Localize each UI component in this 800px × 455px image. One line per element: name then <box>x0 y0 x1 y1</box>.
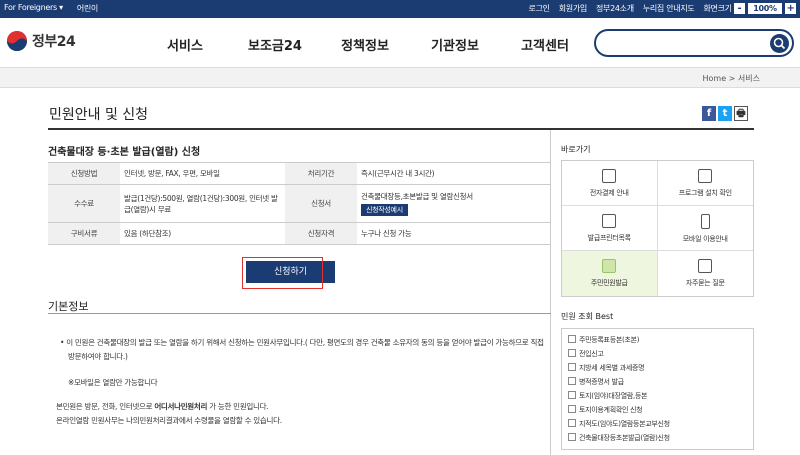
table-cell: 발급(1건당):500원, 열람(1건당):300원, 인터넷 발급(열람)시 … <box>120 184 285 223</box>
table-cell: 인터넷, 방문, FAX, 우편, 모바일 <box>120 162 285 185</box>
search-icon <box>773 37 786 50</box>
nav-customer[interactable]: 고객센터 <box>500 35 590 54</box>
intro-link[interactable]: 정부24소개 <box>596 3 634 14</box>
quick-links-grid: 전자결제 안내 프로그램 설치 확인 발급프린터목록 모바일 이용안내 주민민원… <box>561 160 754 297</box>
site-logo[interactable]: 정부24 <box>6 30 76 52</box>
table-header: 신청방법 <box>48 162 120 185</box>
main-content: 건축물대장 등·초본 발급(열람) 신청 신청방법 인터넷, 방문, FAX, … <box>48 130 551 455</box>
table-header: 수수료 <box>48 184 120 223</box>
logo-text: 정부24 <box>32 34 76 50</box>
print-icon[interactable]: 🖶 <box>734 106 748 121</box>
table-cell: 건축물대장등,초본발급 및 열람신청서 신청작성예시 <box>357 184 551 223</box>
site-header: 정부24 서비스 보조금24 정책정보 기관정보 고객센터 <box>0 18 800 68</box>
chat-icon <box>698 259 713 273</box>
quick-link-label: 모바일 이용안내 <box>682 235 728 243</box>
table-header: 신청서 <box>285 184 357 223</box>
line1-c: 가 능한 민원입니다. <box>207 402 269 411</box>
mobile-note: ※모바일은 열람만 가능합니다 <box>68 378 158 387</box>
breadcrumb-bar: Home > 서비스 <box>0 68 800 88</box>
search-button[interactable] <box>770 34 789 53</box>
basic-info-bullet-text: 이 민원은 건축물대장의 발급 또는 열람을 하기 위해서 신청하는 민원사무입… <box>66 338 544 361</box>
zoom-control: 화면크기 - 100% + <box>703 3 796 14</box>
monitor-icon <box>698 169 713 183</box>
list-item[interactable]: 전입신고 <box>568 347 747 361</box>
apply-button[interactable]: 신청하기 <box>246 261 335 283</box>
mobile-icon <box>700 214 710 229</box>
twitter-icon[interactable]: t <box>718 106 732 121</box>
quick-link-program[interactable]: 프로그램 설치 확인 <box>657 161 753 206</box>
join-link[interactable]: 회원가입 <box>559 3 588 14</box>
table-row: 수수료 발급(1건당):500원, 열람(1건당):300원, 인터넷 발급(열… <box>48 184 551 223</box>
table-cell: 즉시(근무시간 내 3시간) <box>357 162 551 185</box>
quick-link-label: 주민민원발급 <box>590 279 628 287</box>
quick-link-payment[interactable]: 전자결제 안내 <box>562 161 658 206</box>
best-list: 주민등록표등본(초본) 전입신고 지방세 세목별 과세증명 병적증명서 발급 토… <box>561 328 754 450</box>
quick-link-mobile[interactable]: 모바일 이용안내 <box>657 206 753 251</box>
share-buttons: f t 🖶 <box>702 106 748 121</box>
zoom-value: 100% <box>748 3 782 14</box>
table-cell: 누구나 신청 가능 <box>357 222 551 245</box>
document-icon <box>602 259 617 273</box>
quick-link-label: 발급프린터목록 <box>587 234 631 242</box>
nav-service[interactable]: 서비스 <box>140 35 230 54</box>
line1-a: 본민원은 방문, 전화, 인터넷으로 <box>56 402 155 411</box>
zoom-in-button[interactable]: + <box>785 3 796 14</box>
quick-link-printer[interactable]: 발급프린터목록 <box>562 206 658 251</box>
service-info-table: 신청방법 인터넷, 방문, FAX, 우편, 모바일 처리기간 즉시(근무시간 … <box>48 162 551 245</box>
printer-icon <box>602 214 617 228</box>
for-foreigners-link[interactable]: For Foreigners ▾ <box>4 3 63 14</box>
quick-link-resident[interactable]: 주민민원발급 <box>562 251 658 296</box>
basic-info-body: • 이 민원은 건축물대장의 발급 또는 열람을 하기 위해서 신청하는 민원사… <box>56 336 546 428</box>
government-emblem-icon <box>7 31 27 51</box>
list-item[interactable]: 건축물대장등초본발급(열람)신청 <box>568 431 747 445</box>
list-item[interactable]: 토지이용계획확인 신청 <box>568 403 747 417</box>
table-cell: 있음 (하단참조) <box>120 222 285 245</box>
search-input[interactable] <box>594 29 794 57</box>
sidebar: 바로가기 전자결제 안내 프로그램 설치 확인 발급프린터목록 모바일 이용안내… <box>561 130 754 450</box>
page-title: 민원안내 및 신청 <box>49 107 149 123</box>
quick-link-label: 자주묻는 질문 <box>685 279 725 287</box>
list-item[interactable]: 지적도(임야도)열람등본교부신청 <box>568 417 747 431</box>
kids-link[interactable]: 어린이 <box>77 3 98 14</box>
main-nav: 서비스 보조금24 정책정보 기관정보 고객센터 <box>140 35 590 54</box>
table-row: 구비서류 있음 (하단참조) 신청자격 누구나 신청 가능 <box>48 222 551 245</box>
list-item[interactable]: 병적증명서 발급 <box>568 375 747 389</box>
table-header: 처리기간 <box>285 162 357 185</box>
basic-info-divider <box>48 313 551 314</box>
zoom-out-button[interactable]: - <box>733 3 745 14</box>
form-example-button[interactable]: 신청작성예시 <box>361 204 408 216</box>
basic-info-line1: 본민원은 방문, 전화, 인터넷으로 어디서나민원처리 가 능한 민원입니다. <box>56 400 546 414</box>
quick-link-label: 프로그램 설치 확인 <box>678 189 732 197</box>
download-icon <box>602 169 617 183</box>
nav-subsidy[interactable]: 보조금24 <box>230 35 320 54</box>
login-link[interactable]: 로그인 <box>529 3 550 14</box>
table-header: 구비서류 <box>48 222 120 245</box>
nav-agency[interactable]: 기관정보 <box>410 35 500 54</box>
quick-link-label: 전자결제 안내 <box>589 189 629 197</box>
sitemap-link[interactable]: 누리집 안내지도 <box>643 3 695 14</box>
list-item[interactable]: 토지(임야)대장열람,등본 <box>568 389 747 403</box>
quick-links-title: 바로가기 <box>561 145 591 154</box>
basic-info-title: 기본정보 <box>48 300 89 313</box>
best-title: 민원 조회 Best <box>561 312 614 321</box>
list-item[interactable]: 주민등록표등본(초본) <box>568 333 747 347</box>
breadcrumb[interactable]: Home > 서비스 <box>703 73 761 84</box>
facebook-icon[interactable]: f <box>702 106 716 121</box>
service-title: 건축물대장 등·초본 발급(열람) 신청 <box>48 147 201 158</box>
nav-policy[interactable]: 정책정보 <box>320 35 410 54</box>
list-item[interactable]: 지방세 세목별 과세증명 <box>568 361 747 375</box>
table-header: 신청자격 <box>285 222 357 245</box>
basic-info-line2: 온라인열람 민원사무는 나의민원처리결과에서 수령물을 열람할 수 있습니다. <box>56 416 282 425</box>
line1-b: 어디서나민원처리 <box>154 402 208 411</box>
zoom-label: 화면크기 <box>703 4 732 13</box>
table-row: 신청방법 인터넷, 방문, FAX, 우편, 모바일 처리기간 즉시(근무시간 … <box>48 162 551 185</box>
form-name: 건축물대장등,초본발급 및 열람신청서 <box>361 192 473 201</box>
top-utility-bar: For Foreigners ▾ 어린이 로그인 회원가입 정부24소개 누리집… <box>0 0 800 18</box>
quick-link-faq[interactable]: 자주묻는 질문 <box>658 251 754 296</box>
basic-info-bullet: • 이 민원은 건축물대장의 발급 또는 열람을 하기 위해서 신청하는 민원사… <box>60 338 544 361</box>
